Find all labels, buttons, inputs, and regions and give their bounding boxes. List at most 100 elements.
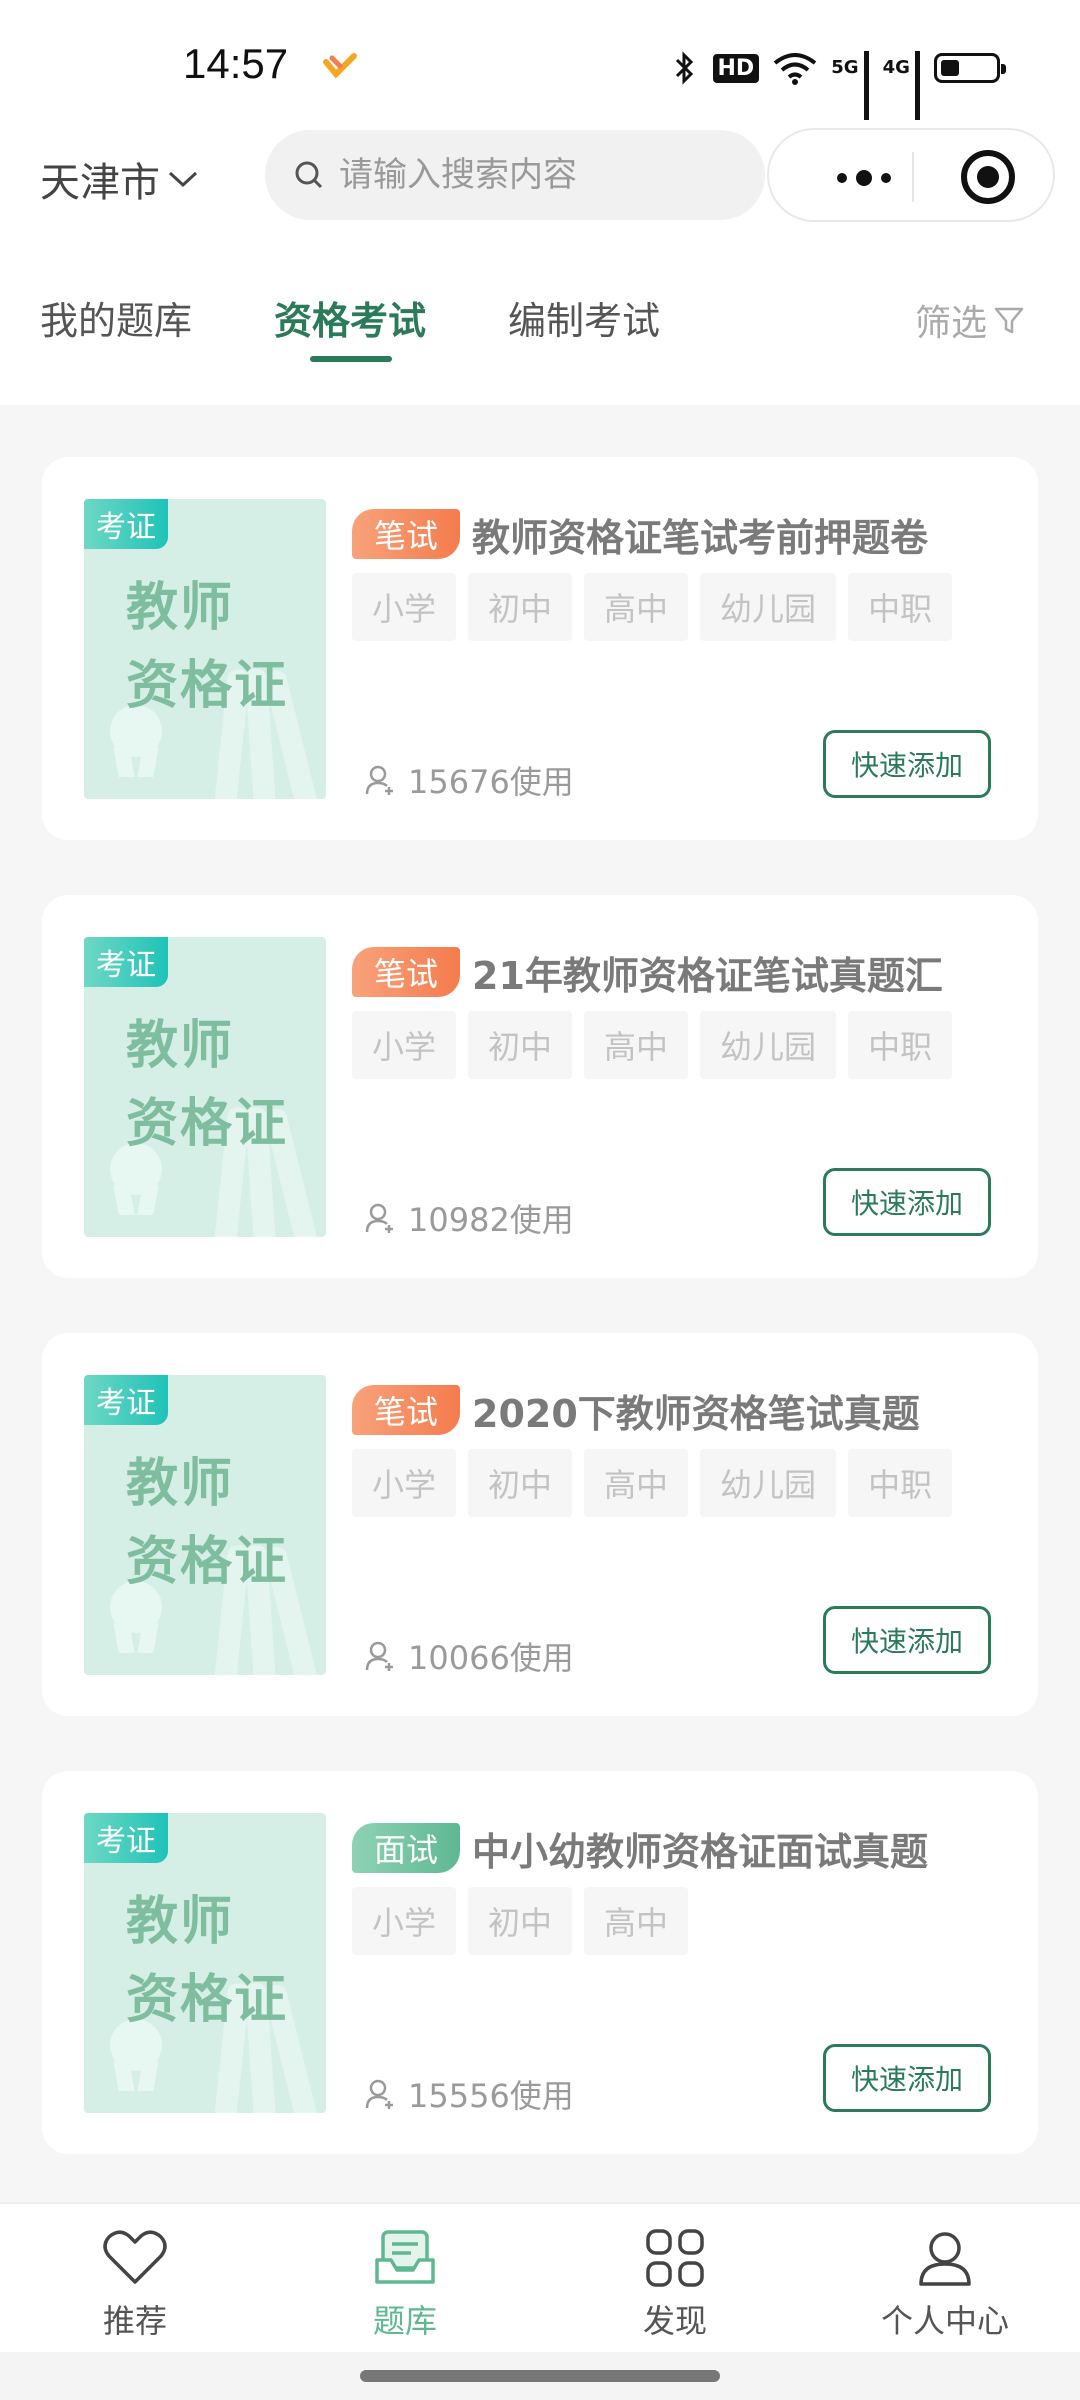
usage-text: 15676使用 xyxy=(408,763,574,801)
close-program-icon[interactable] xyxy=(961,150,1015,204)
heart-icon xyxy=(103,2230,167,2284)
level-tag: 幼儿园 xyxy=(700,1449,837,1517)
exam-type-tag: 笔试 xyxy=(352,509,461,559)
cover-image: 考证 教师 资格证 xyxy=(84,499,326,799)
user-add-icon xyxy=(365,2079,393,2109)
exam-type-tag: 面试 xyxy=(352,1823,461,1873)
tab-my-bank[interactable]: 我的题库 xyxy=(40,290,192,345)
level-tag: 高中 xyxy=(584,1887,689,1955)
mini-program-capsule xyxy=(767,128,1055,222)
usage-text: 15556使用 xyxy=(408,2077,574,2115)
level-tag: 小学 xyxy=(352,1449,457,1517)
tab-qualification-exam[interactable]: 资格考试 xyxy=(274,290,426,345)
bluetooth-icon xyxy=(675,51,693,85)
search-bar[interactable] xyxy=(265,130,765,220)
level-tag: 小学 xyxy=(352,573,457,641)
cover-title-line1: 教师 xyxy=(126,577,235,638)
quick-add-button[interactable]: 快速添加 xyxy=(823,2044,991,2112)
status-time: 14:57 xyxy=(183,40,289,87)
cover-title-line2: 资格证 xyxy=(126,1093,289,1154)
grid-icon xyxy=(646,2229,704,2287)
level-tag: 初中 xyxy=(468,1011,573,1079)
cover-badge: 考证 xyxy=(84,937,168,987)
level-tag: 幼儿园 xyxy=(700,1011,837,1079)
quick-add-button[interactable]: 快速添加 xyxy=(823,730,991,798)
nav-recommend[interactable]: 推荐 xyxy=(35,2228,235,2342)
category-tabs: 我的题库 资格考试 编制考试 筛选 xyxy=(0,230,1080,405)
exam-card[interactable]: 考证 教师 资格证 笔试 2020下教师资格笔试真题 小学 初中 高中 幼儿园 … xyxy=(42,1333,1038,1716)
level-tag: 中职 xyxy=(848,1449,953,1517)
cover-badge: 考证 xyxy=(84,499,168,549)
level-tag: 初中 xyxy=(468,573,573,641)
usage-count: 15556使用 xyxy=(364,2071,574,2117)
level-tag: 中职 xyxy=(848,1011,953,1079)
usage-count: 10066使用 xyxy=(364,1633,574,1679)
user-add-icon xyxy=(365,1203,393,1233)
home-indicator[interactable] xyxy=(360,2370,720,2382)
exam-card[interactable]: 考证 教师 资格证 面试 中小幼教师资格证面试真题 小学 初中 高中 15556… xyxy=(42,1771,1038,2154)
signal-5g-icon: 5G xyxy=(831,50,869,127)
quick-add-button[interactable]: 快速添加 xyxy=(823,1168,991,1236)
exam-type-tag: 笔试 xyxy=(352,947,461,997)
cover-title-line2: 资格证 xyxy=(126,1531,289,1592)
filter-button[interactable]: 筛选 xyxy=(915,294,1025,346)
level-tags: 小学 初中 高中 幼儿园 中职 xyxy=(352,573,953,641)
city-label: 天津市 xyxy=(40,160,160,206)
city-selector[interactable]: 天津市 xyxy=(40,150,200,208)
search-icon xyxy=(295,161,323,189)
nav-label: 发现 xyxy=(642,2302,707,2340)
level-tag: 中职 xyxy=(848,573,953,641)
cover-title-line1: 教师 xyxy=(126,1891,235,1952)
cover-badge: 考证 xyxy=(84,1813,168,1863)
cover-title-line2: 资格证 xyxy=(126,1969,289,2030)
person-icon xyxy=(919,2232,971,2286)
level-tags: 小学 初中 高中 幼儿园 中职 xyxy=(352,1011,953,1079)
cover-image: 考证 教师 资格证 xyxy=(84,937,326,1237)
cover-title-line2: 资格证 xyxy=(126,655,289,716)
usage-text: 10066使用 xyxy=(408,1639,574,1677)
cover-image: 考证 教师 资格证 xyxy=(84,1813,326,2113)
cover-image: 考证 教师 资格证 xyxy=(84,1375,326,1675)
exam-title: 教师资格证笔试考前押题卷 xyxy=(472,516,929,560)
exam-type-tag: 笔试 xyxy=(352,1385,461,1435)
level-tag: 初中 xyxy=(468,1449,573,1517)
search-input[interactable] xyxy=(339,155,739,195)
filter-label: 筛选 xyxy=(914,303,987,344)
level-tag: 高中 xyxy=(584,1011,689,1079)
level-tags: 小学 初中 高中 xyxy=(352,1887,689,1955)
nav-label: 推荐 xyxy=(102,2302,167,2340)
app-notification-icon xyxy=(323,53,357,79)
cover-title-line1: 教师 xyxy=(126,1015,235,1076)
exam-card[interactable]: 考证 教师 资格证 笔试 教师资格证笔试考前押题卷 小学 初中 高中 幼儿园 中… xyxy=(42,457,1038,840)
status-icons: HD 5G 4G xyxy=(669,48,1006,127)
level-tags: 小学 初中 高中 幼儿园 中职 xyxy=(352,1449,953,1517)
level-tag: 高中 xyxy=(584,573,689,641)
nav-discover[interactable]: 发现 xyxy=(575,2228,775,2342)
level-tag: 小学 xyxy=(352,1011,457,1079)
hd-voice-badge: HD xyxy=(712,53,760,83)
nav-profile[interactable]: 个人中心 xyxy=(845,2228,1045,2342)
tab-staffing-exam[interactable]: 编制考试 xyxy=(508,290,660,345)
usage-count: 15676使用 xyxy=(364,757,574,803)
battery-icon xyxy=(934,53,1006,83)
status-bar: 14:57 HD 5G 4G xyxy=(0,0,1080,127)
nav-question-bank[interactable]: 题库 xyxy=(305,2228,505,2342)
question-bank-icon xyxy=(375,2230,435,2284)
usage-text: 10982使用 xyxy=(408,1201,574,1239)
wifi-icon xyxy=(773,53,817,85)
bottom-navigation: 推荐 题库 发现 个人中心 xyxy=(0,2202,1080,2352)
quick-add-button[interactable]: 快速添加 xyxy=(823,1606,991,1674)
chevron-down-icon xyxy=(168,171,198,188)
user-add-icon xyxy=(365,765,393,795)
signal-4g-icon: 4G xyxy=(883,50,920,127)
capsule-divider xyxy=(912,152,914,202)
level-tag: 高中 xyxy=(584,1449,689,1517)
gesture-bar xyxy=(0,2352,1080,2400)
usage-count: 10982使用 xyxy=(364,1195,574,1241)
header: 天津市 xyxy=(0,120,1080,230)
more-menu-icon[interactable] xyxy=(809,158,919,198)
level-tag: 小学 xyxy=(352,1887,457,1955)
cover-badge: 考证 xyxy=(84,1375,168,1425)
level-tag: 初中 xyxy=(468,1887,573,1955)
exam-card[interactable]: 考证 教师 资格证 笔试 21年教师资格证笔试真题汇 小学 初中 高中 幼儿园 … xyxy=(42,895,1038,1278)
